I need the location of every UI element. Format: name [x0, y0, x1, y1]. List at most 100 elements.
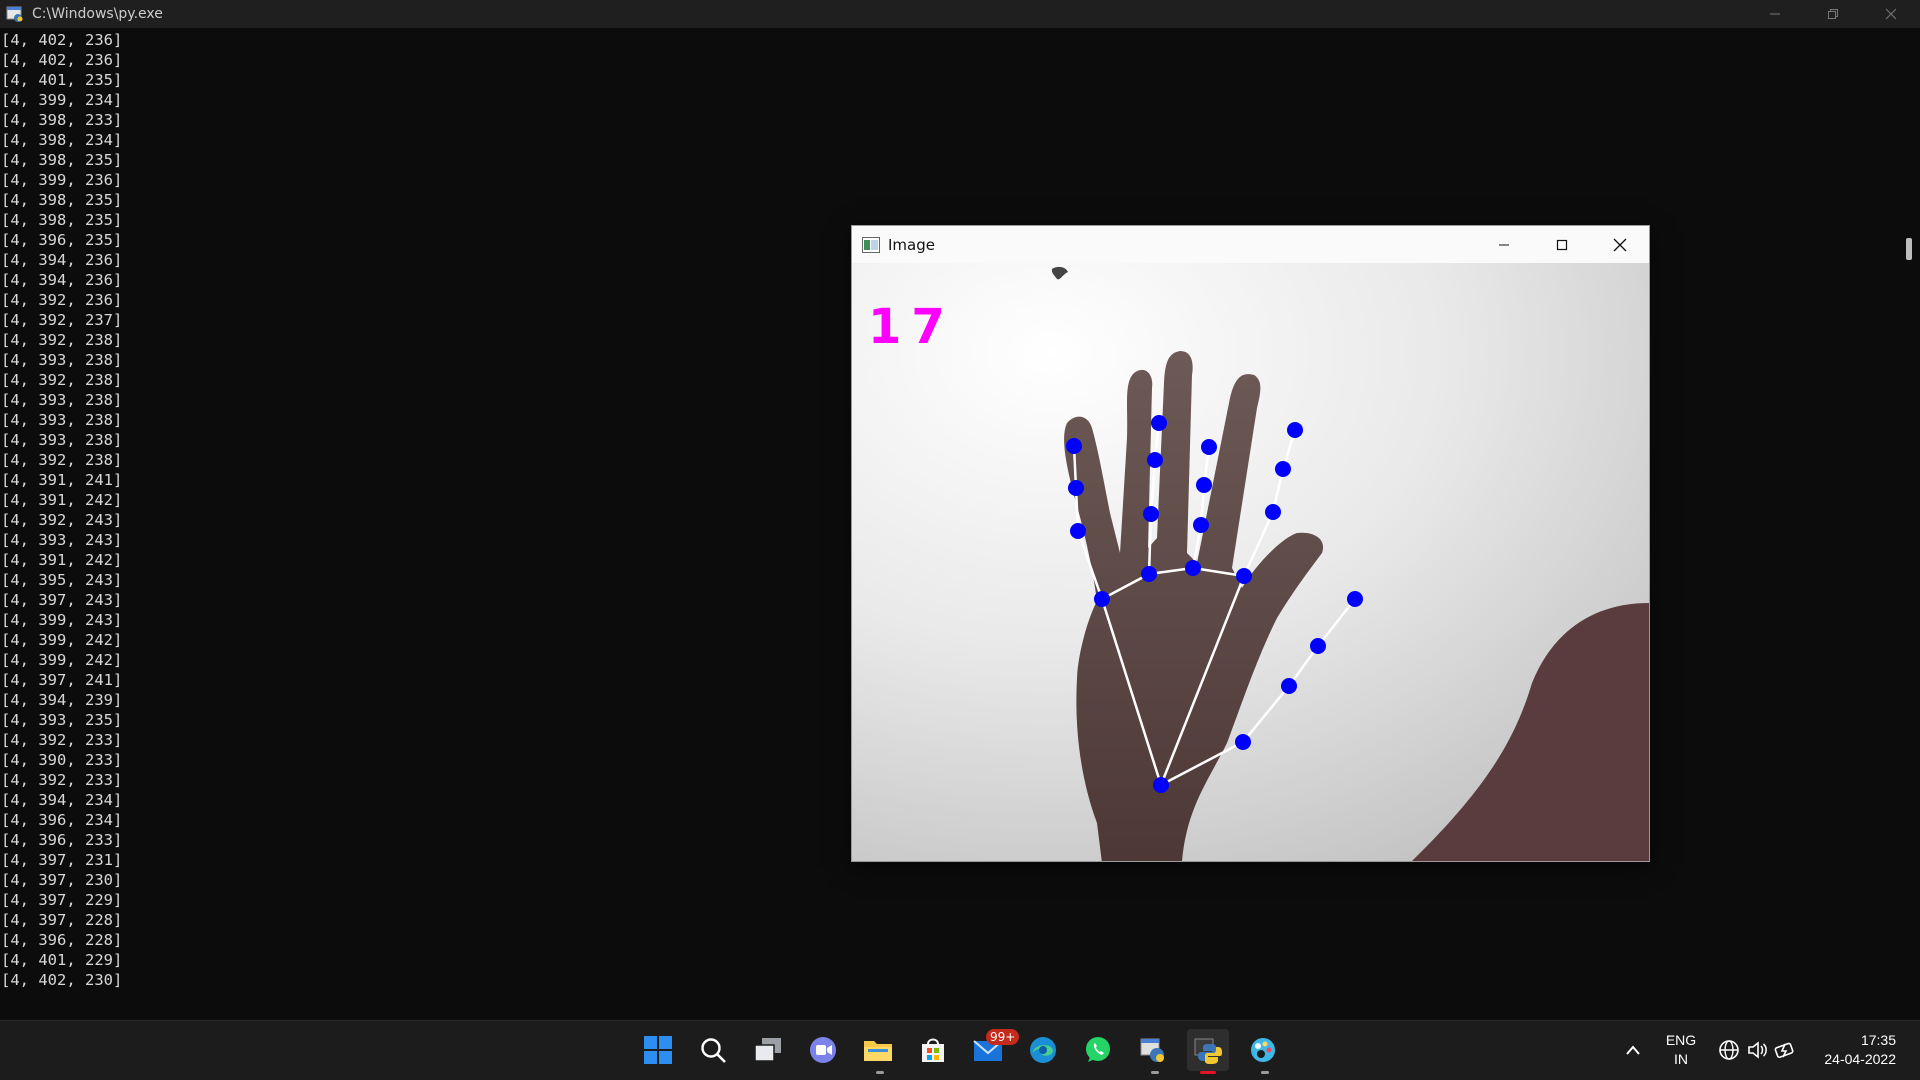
- python-launcher-running-indicator: [1151, 1071, 1159, 1074]
- console-line: [4, 392, 236]: [1, 291, 123, 309]
- console-line: [4, 402, 236]: [1, 31, 123, 49]
- console-line: [4, 391, 242]: [1, 551, 123, 569]
- input-language-indicator[interactable]: ENG IN: [1660, 1031, 1702, 1069]
- console-line: [4, 393, 238]: [1, 411, 123, 429]
- minimize-icon: [1499, 244, 1509, 245]
- landmark-point: [1147, 452, 1163, 468]
- landmark-point: [1281, 678, 1297, 694]
- restore-icon: [1828, 9, 1838, 19]
- python-console-icon: [6, 6, 23, 22]
- console-scrollbar[interactable]: [1906, 238, 1912, 260]
- maximize-icon: [1556, 239, 1568, 250]
- landmark-point: [1153, 777, 1169, 793]
- landmark-point: [1235, 734, 1251, 750]
- landmark-point: [1201, 439, 1217, 455]
- console-line: [4, 392, 233]: [1, 731, 123, 749]
- console-line: [4, 390, 233]: [1, 751, 123, 769]
- close-button[interactable]: [1862, 0, 1920, 28]
- image-window-title: Image: [888, 235, 935, 254]
- image-window-icon: [862, 236, 880, 253]
- console-line: [4, 393, 238]: [1, 431, 123, 449]
- start-button[interactable]: [637, 1029, 679, 1071]
- console-line: [4, 394, 236]: [1, 251, 123, 269]
- python-console-active-indicator: [1200, 1071, 1216, 1074]
- console-line: [4, 392, 238]: [1, 371, 123, 389]
- network-globe-icon: [1719, 1040, 1739, 1060]
- console-line: [4, 398, 233]: [1, 111, 123, 129]
- file-explorer-button[interactable]: [857, 1029, 899, 1071]
- folder-icon: [864, 1041, 892, 1061]
- quick-settings-button[interactable]: [1713, 1029, 1801, 1071]
- console-line: [4, 402, 230]: [1, 971, 123, 989]
- image-window-titlebar[interactable]: Image: [852, 226, 1649, 263]
- landmark-point: [1265, 504, 1281, 520]
- console-line: [4, 394, 239]: [1, 691, 123, 709]
- image-close-button[interactable]: [1591, 226, 1649, 263]
- whatsapp-button[interactable]: [1077, 1029, 1119, 1071]
- landmark-point: [1275, 461, 1291, 477]
- console-line: [4, 396, 234]: [1, 811, 123, 829]
- console-line: [4, 396, 228]: [1, 931, 123, 949]
- landmark-point: [1310, 638, 1326, 654]
- console-line: [4, 392, 238]: [1, 451, 123, 469]
- landmark-point: [1151, 415, 1167, 431]
- console-line: [4, 397, 243]: [1, 591, 123, 609]
- clock[interactable]: 17:35 24-04-2022: [1808, 1031, 1908, 1069]
- paint-icon: [1251, 1038, 1275, 1062]
- volume-icon: [1748, 1041, 1767, 1059]
- image-minimize-button[interactable]: [1475, 226, 1533, 263]
- teams-chat-icon: [810, 1037, 836, 1063]
- console-line: [4, 402, 236]: [1, 51, 123, 69]
- image-maximize-button[interactable]: [1533, 226, 1591, 263]
- console-line: [4, 392, 243]: [1, 511, 123, 529]
- paint-button[interactable]: [1242, 1029, 1284, 1071]
- console-line: [4, 397, 228]: [1, 911, 123, 929]
- console-line: [4, 391, 242]: [1, 491, 123, 509]
- console-line: [4, 399, 243]: [1, 611, 123, 629]
- search-button[interactable]: [692, 1029, 734, 1071]
- console-line: [4, 401, 229]: [1, 951, 123, 969]
- battery-charging-icon: [1774, 1042, 1794, 1059]
- landmark-point: [1236, 568, 1252, 584]
- python-launcher-button[interactable]: [1132, 1029, 1174, 1071]
- close-icon: [1885, 8, 1897, 20]
- whatsapp-icon: [1086, 1037, 1110, 1062]
- console-line: [4, 393, 238]: [1, 391, 123, 409]
- console-line: [4, 397, 229]: [1, 891, 123, 909]
- camera-frame: 17: [852, 263, 1649, 861]
- landmark-point: [1196, 477, 1212, 493]
- restore-button[interactable]: [1804, 0, 1862, 28]
- clock-date: 24-04-2022: [1824, 1051, 1896, 1067]
- console-line: [4, 399, 234]: [1, 91, 123, 109]
- edge-button[interactable]: [1022, 1029, 1064, 1071]
- close-icon: [1613, 238, 1627, 251]
- console-line: [4, 393, 243]: [1, 531, 123, 549]
- console-line: [4, 393, 235]: [1, 711, 123, 729]
- finger-count-text: 17: [868, 299, 955, 355]
- chevron-up-icon: [1626, 1045, 1640, 1055]
- show-hidden-icons-button[interactable]: [1612, 1029, 1654, 1071]
- teams-chat-button[interactable]: [802, 1029, 844, 1071]
- language-label: ENG: [1665, 1032, 1697, 1048]
- file-explorer-running-indicator: [876, 1071, 884, 1074]
- python-console-button[interactable]: [1187, 1029, 1229, 1071]
- console-line: [4, 392, 237]: [1, 311, 123, 329]
- console-line: [4, 396, 233]: [1, 831, 123, 849]
- microsoft-store-button[interactable]: [912, 1029, 954, 1071]
- console-title: C:\Windows\py.exe: [32, 6, 163, 22]
- image-window[interactable]: Image 17: [851, 225, 1650, 862]
- windows-start-icon: [644, 1036, 672, 1064]
- console-line: [4, 393, 238]: [1, 351, 123, 369]
- landmark-point: [1143, 506, 1159, 522]
- clock-time: 17:35: [1860, 1032, 1896, 1048]
- console-titlebar: C:\Windows\py.exe: [0, 0, 1920, 28]
- console-line: [4, 397, 231]: [1, 851, 123, 869]
- task-view-button[interactable]: [747, 1029, 789, 1071]
- landmark-point: [1066, 438, 1082, 454]
- console-line: [4, 398, 235]: [1, 211, 123, 229]
- minimize-button[interactable]: [1746, 0, 1804, 28]
- edge-icon: [1030, 1037, 1056, 1063]
- console-line: [4, 395, 243]: [1, 571, 123, 589]
- search-icon: [701, 1038, 726, 1063]
- console-line: [4, 398, 234]: [1, 131, 123, 149]
